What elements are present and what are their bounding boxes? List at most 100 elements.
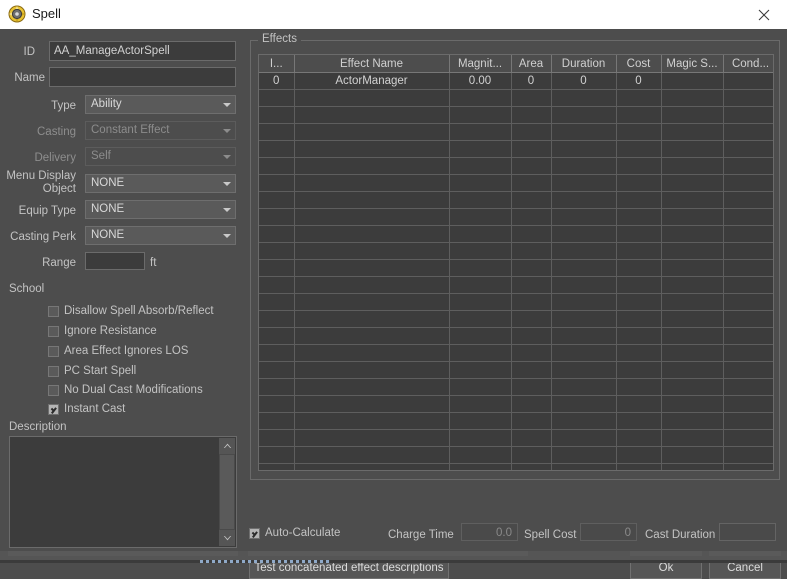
table-row-empty[interactable]: [259, 361, 773, 379]
table-row-empty[interactable]: [259, 276, 773, 294]
cell-empty: [661, 463, 724, 470]
table-row-empty[interactable]: [259, 140, 773, 158]
table-row-empty[interactable]: [259, 344, 773, 362]
cell-empty: [511, 174, 552, 192]
casting-perk-dropdown[interactable]: NONE: [85, 226, 236, 245]
cell-empty: [616, 293, 662, 311]
cell-empty: [723, 208, 773, 226]
cell-empty: [551, 361, 617, 379]
table-row-empty[interactable]: [259, 310, 773, 328]
id-input[interactable]: AA_ManageActorSpell: [49, 41, 236, 61]
cell-empty: [294, 378, 450, 396]
table-row-empty[interactable]: [259, 446, 773, 464]
name-input[interactable]: [49, 67, 236, 87]
table-row-empty[interactable]: [259, 429, 773, 447]
cell-empty: [723, 191, 773, 209]
checkbox-box: [249, 527, 260, 539]
column-header-duration[interactable]: Duration: [551, 55, 617, 73]
range-input[interactable]: [85, 252, 145, 270]
cell-empty: [259, 293, 295, 311]
description-textarea[interactable]: [9, 436, 237, 548]
cell-empty: [616, 446, 662, 464]
cell-empty: [551, 157, 617, 175]
column-header-effect-name[interactable]: Effect Name: [294, 55, 450, 73]
cell-empty: [661, 310, 724, 328]
cell-empty: [294, 106, 450, 124]
scroll-thumb[interactable]: [220, 455, 234, 529]
cell-empty: [661, 191, 724, 209]
cell-empty: [616, 174, 662, 192]
checkbox-area-effect-ignores-los[interactable]: Area Effect Ignores LOS: [48, 345, 188, 357]
close-button[interactable]: [741, 0, 787, 29]
table-row-empty[interactable]: [259, 463, 773, 470]
table-row-empty[interactable]: [259, 259, 773, 277]
checkbox-label: Area Effect Ignores LOS: [64, 345, 189, 357]
range-label: Range: [42, 257, 76, 269]
table-row-empty[interactable]: [259, 208, 773, 226]
table-row-empty[interactable]: [259, 327, 773, 345]
charge-time-label: Charge Time: [388, 529, 454, 541]
cell-empty: [661, 293, 724, 311]
scroll-up-arrow-icon[interactable]: [219, 438, 235, 454]
column-header-cost[interactable]: Cost: [616, 55, 662, 73]
cell-empty: [723, 446, 773, 464]
cell-empty: [449, 293, 512, 311]
table-row-empty[interactable]: [259, 225, 773, 243]
table-row-empty[interactable]: [259, 123, 773, 141]
cell-empty: [294, 310, 450, 328]
cell-empty: [661, 242, 724, 260]
checkbox-ignore-resistance[interactable]: Ignore Resistance: [48, 325, 157, 337]
checkbox-instant-cast[interactable]: Instant Cast: [48, 403, 125, 415]
column-header-magnitude[interactable]: Magnit...: [449, 55, 512, 73]
table-row-empty[interactable]: [259, 106, 773, 124]
table-row-empty[interactable]: [259, 378, 773, 396]
effects-table[interactable]: I... Effect Name Magnit... Area Duration…: [258, 54, 774, 471]
delivery-value: Self: [91, 150, 111, 162]
cell-empty: [294, 191, 450, 209]
cell-empty: [551, 446, 617, 464]
cell-empty: [259, 225, 295, 243]
cell-empty: [259, 327, 295, 345]
checkbox-pc-start-spell[interactable]: PC Start Spell: [48, 365, 136, 377]
cell-empty: [511, 191, 552, 209]
table-row-empty[interactable]: [259, 395, 773, 413]
column-header-conditions[interactable]: Cond...: [723, 55, 773, 73]
table-row[interactable]: 0 ActorManager 0.00 0 0 0: [259, 72, 773, 90]
cell-empty: [511, 123, 552, 141]
dialog-body: ID AA_ManageActorSpell Name Type Ability…: [0, 29, 787, 579]
cell-empty: [616, 140, 662, 158]
table-row-empty[interactable]: [259, 191, 773, 209]
equip-type-dropdown[interactable]: NONE: [85, 200, 236, 219]
checkbox-box: [48, 345, 59, 357]
cell-empty: [551, 225, 617, 243]
cell-empty: [511, 429, 552, 447]
cell-empty: [259, 174, 295, 192]
cell-magic-skill: [661, 72, 724, 90]
table-row-empty[interactable]: [259, 242, 773, 260]
range-unit-label: ft: [150, 257, 157, 269]
table-row-empty[interactable]: [259, 157, 773, 175]
description-scrollbar[interactable]: [219, 438, 235, 546]
cell-empty: [551, 378, 617, 396]
table-row-empty[interactable]: [259, 89, 773, 107]
checkbox-no-dual-cast-modifications[interactable]: No Dual Cast Modifications: [48, 384, 203, 396]
column-header-magic-skill[interactable]: Magic S...: [661, 55, 724, 73]
menu-display-object-dropdown[interactable]: NONE: [85, 174, 236, 193]
column-header-area[interactable]: Area: [511, 55, 552, 73]
cell-empty: [616, 242, 662, 260]
cell-empty: [616, 225, 662, 243]
type-dropdown[interactable]: Ability: [85, 95, 236, 114]
cell-empty: [449, 242, 512, 260]
cell-empty: [551, 310, 617, 328]
cell-empty: [661, 157, 724, 175]
table-row-empty[interactable]: [259, 412, 773, 430]
table-row-empty[interactable]: [259, 174, 773, 192]
checkbox-disallow-spell-absorb-reflect[interactable]: Disallow Spell Absorb/Reflect: [48, 305, 214, 317]
scroll-down-arrow-icon[interactable]: [219, 530, 235, 546]
cell-effect-name: ActorManager: [294, 72, 450, 90]
cell-empty: [294, 446, 450, 464]
table-row-empty[interactable]: [259, 293, 773, 311]
checkbox-auto-calculate[interactable]: Auto-Calculate: [249, 527, 340, 539]
column-header-index[interactable]: I...: [259, 55, 295, 73]
cell-empty: [259, 89, 295, 107]
